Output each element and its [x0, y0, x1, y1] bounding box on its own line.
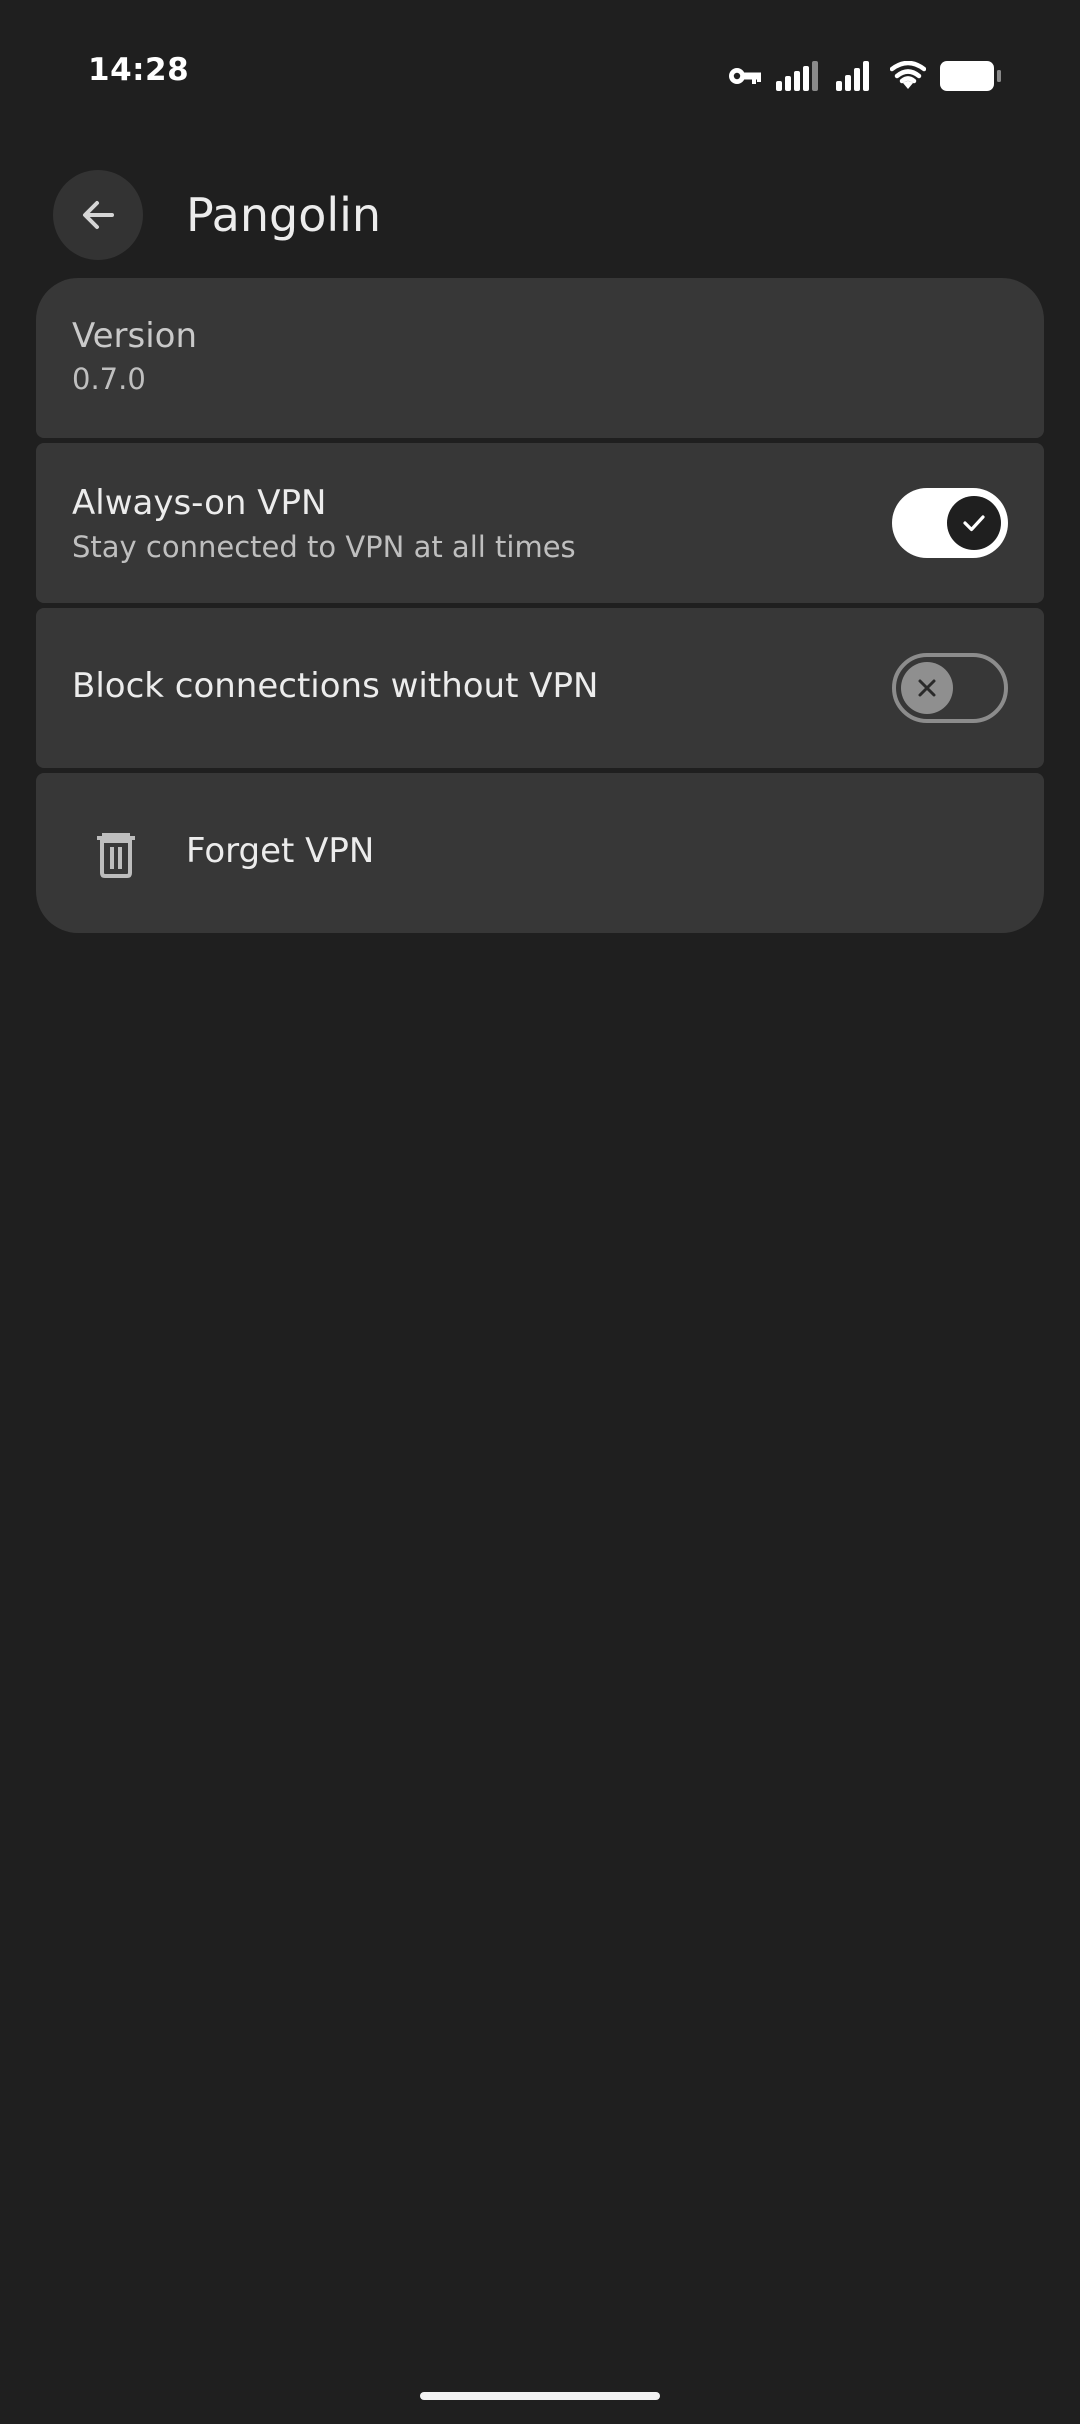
signal-icon — [836, 61, 869, 91]
always-on-vpn-switch[interactable] — [892, 488, 1008, 558]
version-value: 0.7.0 — [72, 362, 146, 396]
wifi-icon — [890, 61, 926, 89]
status-bar: 14:28 — [0, 0, 1080, 150]
version-item: Version 0.7.0 — [36, 278, 1044, 438]
gesture-navigation-handle[interactable] — [420, 2392, 660, 2400]
top-app-bar: Pangolin — [0, 165, 1080, 265]
trash-icon — [97, 833, 135, 878]
version-label: Version — [72, 316, 198, 356]
back-button[interactable] — [53, 170, 143, 260]
page-title: Pangolin — [186, 188, 382, 242]
check-icon — [963, 515, 985, 532]
switch-thumb — [947, 496, 1001, 550]
close-icon — [918, 679, 936, 697]
block-connections-item[interactable]: Block connections without VPN — [36, 608, 1044, 768]
arrow-back-icon — [83, 201, 114, 229]
switch-thumb — [901, 662, 953, 714]
always-on-vpn-item[interactable]: Always-on VPN Stay connected to VPN at a… — [36, 443, 1044, 603]
signal-icon — [776, 61, 818, 91]
forget-vpn-button[interactable]: Forget VPN — [36, 773, 1044, 933]
block-connections-switch[interactable] — [892, 653, 1008, 723]
always-on-vpn-subtitle: Stay connected to VPN at all times — [72, 530, 576, 564]
settings-list: Version 0.7.0 Always-on VPN Stay connect… — [36, 278, 1044, 938]
status-time: 14:28 — [88, 52, 190, 88]
always-on-vpn-title: Always-on VPN — [72, 483, 327, 523]
battery-icon — [940, 61, 1001, 91]
forget-vpn-label: Forget VPN — [186, 831, 375, 871]
block-connections-title: Block connections without VPN — [72, 666, 599, 706]
vpn-key-icon — [729, 68, 761, 84]
status-icons — [728, 58, 1002, 94]
